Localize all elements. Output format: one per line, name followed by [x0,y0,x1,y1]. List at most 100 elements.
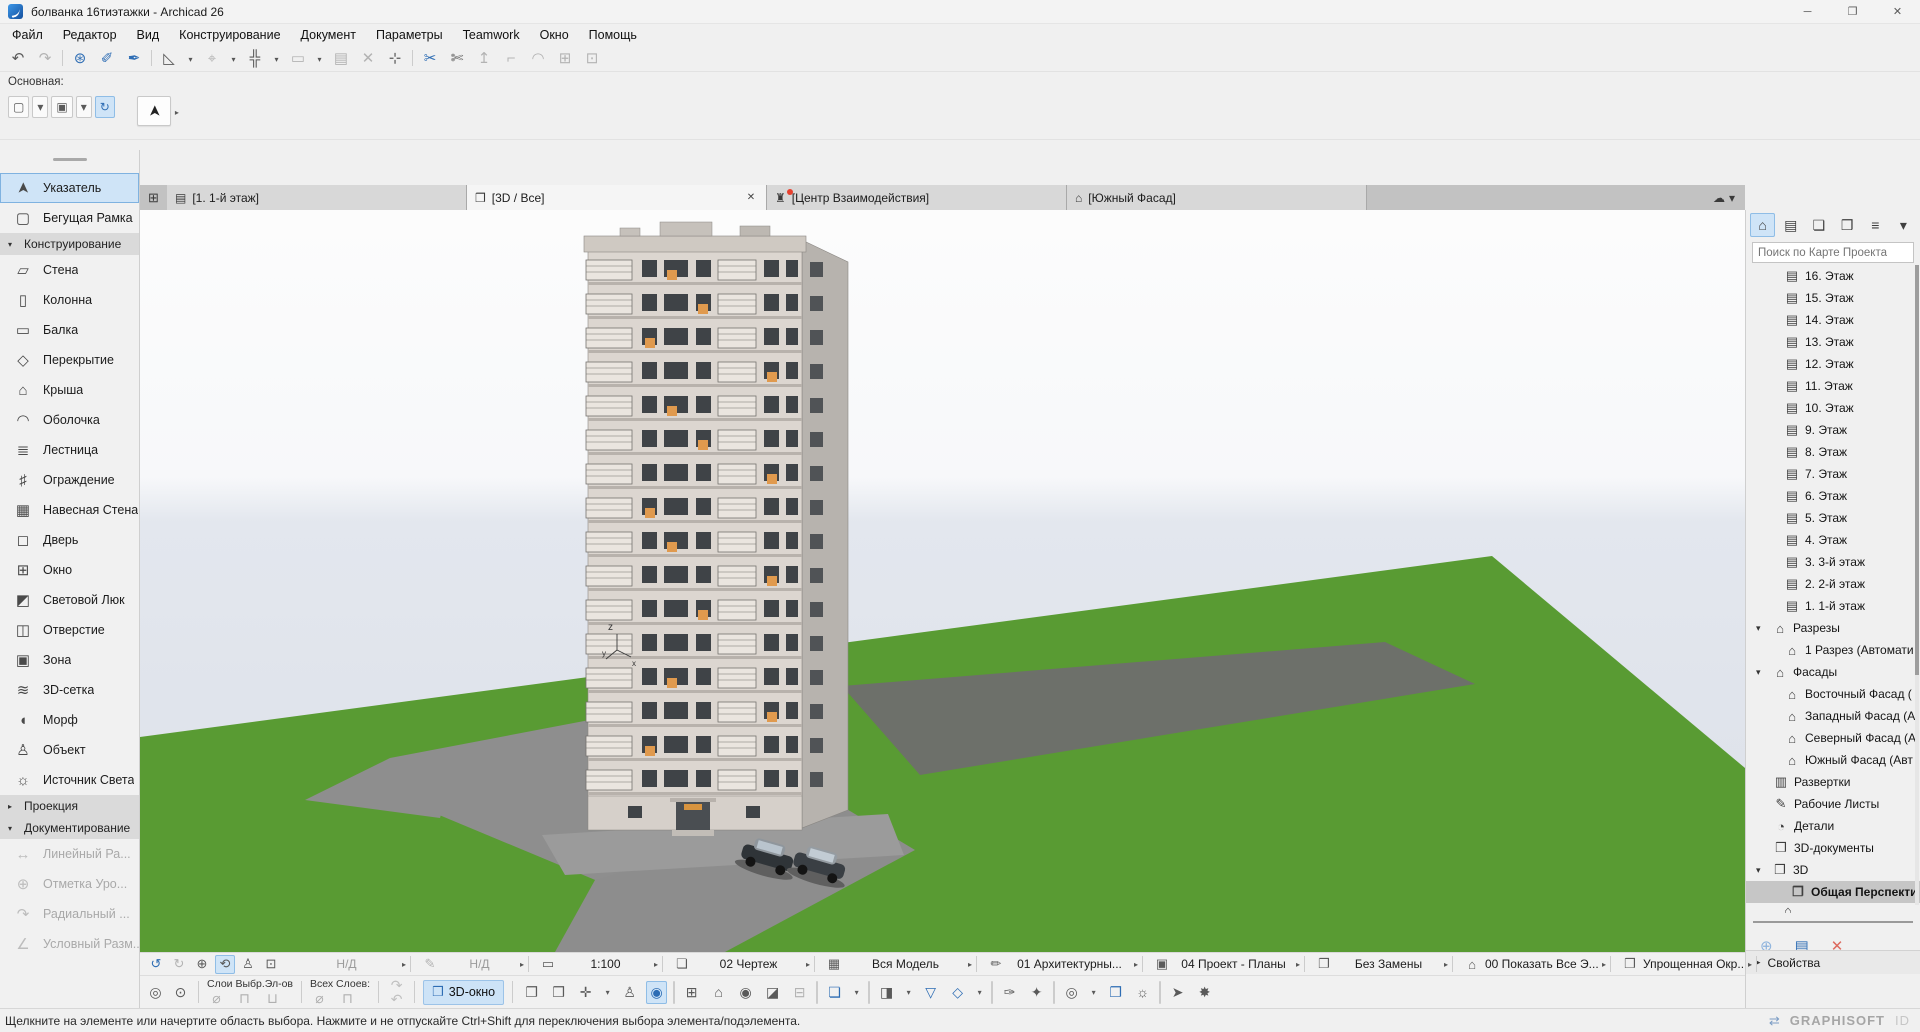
project-map-item[interactable]: ▤ 2. 2-й этаж [1746,573,1920,595]
toolbox-item[interactable]: ≋ 3D-сетка [0,675,139,705]
view-toolbar-button[interactable]: ✸ [1194,981,1215,1004]
chevron-down-icon[interactable]: ▾ [1756,623,1767,634]
project-map-item[interactable]: ⌂ 1 Разрез (Автомати [1746,639,1920,661]
navigator-mode-button[interactable]: ❏ [1806,213,1831,237]
menu-item[interactable]: Файл [2,26,53,44]
quick-option-dropdown[interactable]: ✏ 01 Архитектурны... ▸ [985,954,1145,975]
project-map-item[interactable]: ⌂ Западный Фасад (А [1746,705,1920,727]
toolbox-item[interactable]: ∠ Условный Разм... [0,929,139,959]
tool-settings-button[interactable]: ▢ [8,96,29,118]
toolbox-item[interactable]: ◇ Перекрытие [0,345,139,375]
project-map-item[interactable]: ◔ Детали [1746,815,1920,837]
scrollbar-thumb[interactable] [1915,265,1919,675]
quick-option-dropdown[interactable]: ❐ Без Замены ▸ [1313,954,1455,975]
toolbox-item[interactable]: ⊕ Отметка Уро... [0,869,139,899]
properties-panel-header[interactable]: ▸ Свойства [1746,950,1920,974]
project-map-item[interactable]: ▾ ❒ 3D [1746,859,1920,881]
view-toolbar-button[interactable] [991,981,993,1004]
view-toolbar-button[interactable]: ◪ [762,981,783,1004]
view-toolbar-button[interactable]: ◨ [876,981,897,1004]
project-map-item[interactable]: ⌂ Восточный Фасад ( [1746,683,1920,705]
project-map-item[interactable]: ▤ 3. 3-й этаж [1746,551,1920,573]
toolbox-item[interactable]: ▱ Стена [0,255,139,285]
view-toolbar-button[interactable]: ☼ [1132,981,1153,1004]
search-input[interactable] [1753,247,1913,259]
view-nav-button[interactable]: ⊡ [261,955,281,974]
menu-item[interactable]: Teamwork [453,26,530,44]
project-map-item[interactable]: ▤ 8. Этаж [1746,441,1920,463]
menu-item[interactable]: Окно [530,26,579,44]
graphisoft-id[interactable]: ⇄ GRAPHISOFT ID [1769,1013,1910,1029]
toolbar-button[interactable]: ✕ [358,49,378,67]
layer-action-button[interactable]: ⌀ [207,990,226,1007]
toolbox-item[interactable]: ▾ Конструирование [0,233,139,255]
project-map-item[interactable]: ▥ Развертки [1746,771,1920,793]
quick-option-dropdown[interactable]: ✎ Н/Д ▸ [419,954,531,975]
toolbar-button[interactable]: ▾ [229,51,238,65]
navigator-mode-button[interactable]: ⌂ [1750,213,1775,237]
project-map-item[interactable]: ▤ 13. Этаж [1746,331,1920,353]
toolbar-button[interactable] [151,50,152,66]
toolbar-button[interactable] [412,50,413,66]
toolbox-item[interactable]: ➤ Указатель [0,173,139,203]
layer-action-button[interactable]: ⌀ [310,990,329,1007]
toolbar-button[interactable]: ⊛ [70,49,90,67]
project-map-item[interactable]: ▤ 5. Этаж [1746,507,1920,529]
view-toolbar-button[interactable]: ✛ [575,981,596,1004]
3d-viewport[interactable]: z y x [140,210,1745,952]
toolbox-item[interactable]: ↷ Радиальный ... [0,899,139,929]
navigator-mode-button[interactable]: ▤ [1778,213,1803,237]
view-toolbar-button[interactable]: ◉ [646,981,667,1004]
view-toolbar-button[interactable]: ▽ [920,981,941,1004]
window-control-button[interactable]: ─ [1785,0,1830,24]
view-tab[interactable]: ⌂ [Южный Фасад] [1067,185,1367,210]
view-nav-button[interactable]: ↻ [169,955,189,974]
window-control-button[interactable]: ❐ [1830,0,1875,24]
view-toolbar-button[interactable]: ⊞ [681,981,702,1004]
menu-item[interactable]: Документ [291,26,366,44]
toolbar-button[interactable]: ✐ [97,49,117,67]
toolbar-button[interactable]: ✄ [447,49,467,67]
quick-option-dropdown[interactable]: ▦ Вся Модель ▸ [823,954,979,975]
project-map-item[interactable]: ⌂ Северный Фасад (А [1746,727,1920,749]
arrow-tool-button[interactable]: ➤ [137,96,171,126]
view-toolbar-button[interactable]: ◉ [735,981,756,1004]
quick-option-dropdown[interactable]: ⌂ 00 Показать Все Э... ▸ [1461,954,1613,975]
layer-toggle-button[interactable]: ◎ [146,984,165,1001]
view-toolbar-button[interactable]: ▾ [974,981,985,1004]
project-map-item[interactable]: ▤ 9. Этаж [1746,419,1920,441]
toolbox-item[interactable]: ♙ Объект [0,735,139,765]
project-map-item[interactable]: ▾ ⌂ Разрезы [1746,617,1920,639]
toolbox-item[interactable]: ◫ Отверстие [0,615,139,645]
tab-overview-button[interactable]: ⊞ [140,185,167,210]
toolbar-button[interactable]: ▾ [315,51,324,65]
tabstrip-tool[interactable]: ☁ [1713,191,1725,205]
view-tab[interactable]: ▤ [1. 1-й этаж] [167,185,467,210]
project-map-item[interactable]: ▾ ⌂ Фасады [1746,661,1920,683]
view-toolbar-button[interactable] [868,981,870,1004]
menu-item[interactable]: Вид [127,26,170,44]
project-map-item[interactable]: ▤ 12. Этаж [1746,353,1920,375]
view-toolbar-button[interactable]: ⌂ [708,981,729,1004]
view-toolbar-button[interactable]: ▾ [1088,981,1099,1004]
layer-action-button[interactable]: ⊓ [235,990,254,1007]
menu-item[interactable]: Конструирование [169,26,290,44]
project-map-item[interactable]: ▤ 11. Этаж [1746,375,1920,397]
toolbar-button[interactable]: ▤ [331,49,351,67]
project-map-item[interactable]: ▤ 6. Этаж [1746,485,1920,507]
toolbar-button[interactable]: ✒ [124,49,144,67]
toolbox-item[interactable]: ▦ Навесная Стена [0,495,139,525]
toolbar-button[interactable]: ✂ [420,49,440,67]
toolbar-button[interactable]: ⊞ [555,49,575,67]
project-map-search[interactable] [1752,242,1914,263]
view-nav-button[interactable]: ↺ [146,955,166,974]
view-toolbar-button[interactable]: ▾ [851,981,862,1004]
project-map-item[interactable]: ▤ 16. Этаж [1746,265,1920,287]
view-toolbar-button[interactable]: ❐ [521,981,542,1004]
layer-action-button[interactable]: ⊔ [263,990,282,1007]
view-nav-button[interactable]: ♙ [238,955,258,974]
view-toolbar-button[interactable]: ✦ [1026,981,1047,1004]
menu-item[interactable]: Параметры [366,26,453,44]
tree-scrollbar[interactable] [1915,265,1919,905]
view-toolbar-button[interactable] [673,981,675,1004]
